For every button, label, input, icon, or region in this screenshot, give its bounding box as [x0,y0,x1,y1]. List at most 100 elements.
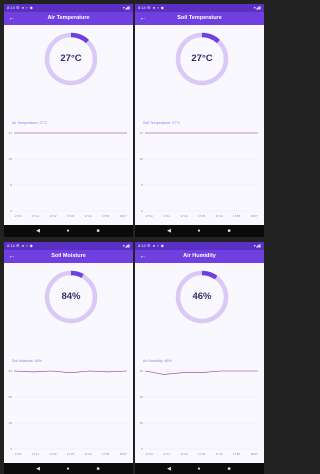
status-time: 8:14 [138,5,146,10]
nav-recent-icon[interactable]: ■ [223,225,235,237]
history-chart: 27 18 9 017:04 17:11 17:22 17:33 17:44 17:55 18:0… [9,131,127,218]
y-tick-label: 28 [9,421,13,425]
system-nav-bar: ◀ ● ■ [135,463,264,474]
nav-back-icon[interactable]: ◀ [163,225,175,237]
x-tick-label: 17:55 [102,214,109,218]
nav-home-icon[interactable]: ● [193,225,205,237]
y-tick-label: 15 [140,421,144,425]
x-tick-label: 18:07 [120,214,127,218]
air-humidity-screen: 8:14 ⚙ ● ▪ ◆ ▾◢▮ ← Air Humidity 46% Air … [135,242,264,474]
x-tick-label: 17:44 [85,452,92,456]
status-time: 8:14 [7,243,15,248]
y-tick-label: 46 [140,369,144,373]
y-tick-label: 0 [10,447,12,451]
chart-label: Air Humidity: 46% [143,359,172,363]
x-tick-label: 17:11 [32,452,39,456]
app-bar: ← Air Humidity [135,250,264,263]
notification-icons: ⚙ ● ▪ ◆ [147,5,165,10]
series-line [13,370,128,374]
gauge-value: 27°C [60,53,82,64]
y-tick-label: 18 [9,157,13,161]
x-tick-label: 17:22 [50,452,57,456]
y-tick-label: 0 [141,447,143,451]
x-tick-label: 17:04 [15,452,22,456]
x-tick-label: 17:55 [233,452,240,456]
history-chart: 84 56 28 017:04 17:11 17:22 17:33 17:44 17:55 18:… [9,369,128,456]
x-tick-label: 18:07 [251,452,258,456]
y-tick-label: 9 [141,183,143,187]
soil-temperature-screen: 8:14 ⚙ ● ▪ ◆ ▾◢▮ ← Soil Temperature 27°C… [135,4,264,237]
nav-recent-icon[interactable]: ■ [92,463,104,474]
status-bar: 8:14 ⚙ ● ▪ ◆ ▾◢▮ [4,242,133,250]
screen-title: Soil Temperature [177,15,222,21]
x-tick-label: 17:22 [181,214,188,218]
y-tick-label: 84 [9,369,13,373]
app-bar: ← Soil Temperature [135,12,264,25]
history-chart: 27 18 9 017:04 17:11 17:22 17:33 17:44 17:55 18:0… [140,131,258,218]
nav-recent-icon[interactable]: ■ [223,463,235,474]
x-tick-label: 17:55 [102,452,109,456]
y-tick-label: 56 [9,395,13,399]
x-tick-label: 17:44 [85,214,92,218]
series-line [144,370,258,375]
chart-label: Air Temperature: 27°C [12,121,48,125]
notification-icons: ⚙ ● ▪ ◆ [16,5,34,10]
status-time: 8:14 [7,5,15,10]
screen-title: Soil Moisture [51,253,86,259]
nav-back-icon[interactable]: ◀ [32,463,44,474]
chart-label: Soil Moisture: 84% [12,359,42,363]
y-tick-label: 30 [140,395,144,399]
x-tick-label: 17:11 [163,214,170,218]
nav-home-icon[interactable]: ● [62,463,74,474]
history-chart: 46 30 15 017:04 17:11 17:22 17:33 17:44 17:55 18:… [140,369,258,456]
signal-battery-icon: ▾◢▮ [253,5,261,10]
status-time: 8:14 [138,243,146,248]
system-nav-bar: ◀ ● ■ [4,225,133,237]
y-tick-label: 27 [140,131,144,135]
x-tick-label: 17:22 [181,452,188,456]
gauge-value: 84% [61,291,81,302]
y-tick-label: 9 [10,183,12,187]
x-tick-label: 17:11 [163,452,170,456]
x-tick-label: 17:33 [198,214,205,218]
status-bar: 8:14 ⚙ ● ▪ ◆ ▾◢▮ [4,4,133,12]
nav-recent-icon[interactable]: ■ [92,225,104,237]
system-nav-bar: ◀ ● ■ [4,463,133,474]
y-tick-label: 18 [140,157,144,161]
y-tick-label: 27 [9,131,13,135]
x-tick-label: 17:11 [32,214,39,218]
content-area: 46% Air Humidity: 46% 46 30 15 0 17:04 17:11 1… [135,263,264,463]
status-bar: 8:14 ⚙ ● ▪ ◆ ▾◢▮ [135,4,264,12]
x-tick-label: 17:44 [216,452,223,456]
app-bar: ← Air Temperature [4,12,133,25]
air-temperature-screen: 8:14 ⚙ ● ▪ ◆ ▾◢▮ ← Air Temperature 27°C … [4,4,133,237]
y-tick-label: 0 [10,209,12,213]
x-tick-label: 18:07 [120,452,127,456]
nav-home-icon[interactable]: ● [193,463,205,474]
nav-back-icon[interactable]: ◀ [32,225,44,237]
signal-battery-icon: ▾◢▮ [122,243,130,248]
nav-home-icon[interactable]: ● [62,225,74,237]
status-bar: 8:14 ⚙ ● ▪ ◆ ▾◢▮ [135,242,264,250]
gauge-value: 27°C [191,53,213,64]
signal-battery-icon: ▾◢▮ [122,5,130,10]
x-tick-label: 17:04 [15,214,22,218]
content-area: 27°C Soil Temperature: 27°C 27 18 9 0 17:04 1… [135,25,264,225]
notification-icons: ⚙ ● ▪ ◆ [147,243,165,248]
y-tick-label: 0 [141,209,143,213]
x-tick-label: 17:04 [146,452,153,456]
x-tick-label: 17:33 [67,214,74,218]
soil-moisture-screen: 8:14 ⚙ ● ▪ ◆ ▾◢▮ ← Soil Moisture 84% Soi… [4,242,133,474]
x-tick-label: 18:07 [251,214,258,218]
x-tick-label: 17:33 [67,452,74,456]
screen-title: Air Humidity [183,253,216,259]
system-nav-bar: ◀ ● ■ [135,225,264,237]
x-tick-label: 17:22 [50,214,57,218]
nav-back-icon[interactable]: ◀ [163,463,175,474]
x-tick-label: 17:44 [216,214,223,218]
gauge-value: 46% [192,291,212,302]
chart-label: Soil Temperature: 27°C [143,121,181,125]
notification-icons: ⚙ ● ▪ ◆ [16,243,34,248]
x-tick-label: 17:33 [198,452,205,456]
screen-title: Air Temperature [47,15,90,21]
